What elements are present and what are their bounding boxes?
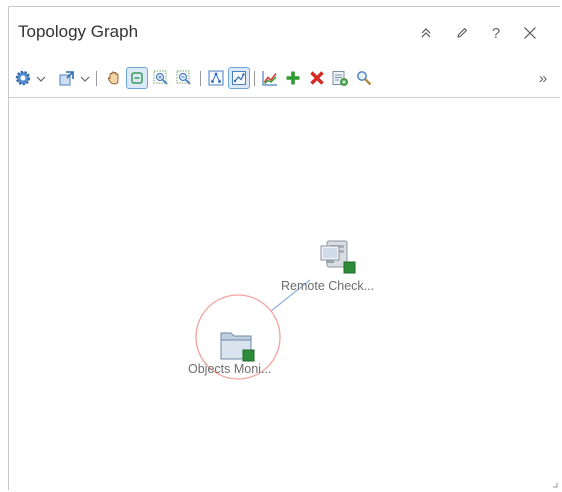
properties-icon xyxy=(332,71,348,86)
panel-header: Topology Graph ? xyxy=(9,7,560,57)
edit-button[interactable] xyxy=(450,21,474,45)
delete-button[interactable] xyxy=(306,67,328,89)
select-icon xyxy=(131,72,143,84)
graph-node-objects-monitor[interactable]: Objects Moni... xyxy=(184,318,294,388)
graph-layout-button[interactable] xyxy=(228,67,250,89)
graph-layout-icon xyxy=(232,71,246,85)
pan-button[interactable] xyxy=(103,67,125,89)
zoom-out-icon xyxy=(176,70,191,85)
search-icon xyxy=(357,71,372,86)
collapse-button[interactable] xyxy=(414,21,438,45)
help-button[interactable]: ? xyxy=(484,21,508,45)
add-icon xyxy=(286,71,300,85)
double-chevron-up-icon xyxy=(421,28,431,38)
chart-icon xyxy=(262,71,277,86)
toolbar-separator xyxy=(254,71,255,86)
toolbar-separator xyxy=(200,71,201,86)
tree-layout-button[interactable] xyxy=(205,67,227,89)
select-button[interactable] xyxy=(126,67,148,89)
layout-export-dropdown[interactable] xyxy=(80,70,90,88)
settings-dropdown[interactable] xyxy=(36,70,46,88)
delete-icon xyxy=(310,71,324,85)
resize-grip-icon[interactable] xyxy=(552,482,558,488)
chart-button[interactable] xyxy=(259,67,281,89)
toolbar-overflow-button[interactable]: » xyxy=(532,67,554,89)
question-mark-icon: ? xyxy=(491,24,501,42)
chevron-down-icon xyxy=(36,76,46,82)
node-label: Objects Moni... xyxy=(188,362,272,376)
settings-button[interactable] xyxy=(12,67,34,89)
zoom-out-button[interactable] xyxy=(173,67,195,89)
toolbar-separator xyxy=(96,71,97,86)
layout-export-icon xyxy=(59,71,74,86)
panel-title: Topology Graph xyxy=(18,22,139,41)
properties-button[interactable] xyxy=(329,67,351,89)
graph-toolbar: » xyxy=(9,59,560,98)
graph-node-remote-check[interactable]: Remote Check... xyxy=(279,227,399,297)
close-button[interactable] xyxy=(518,21,542,45)
topology-graph-panel: Topology Graph ? » Remote Check... Objec… xyxy=(8,6,560,490)
server-icon xyxy=(320,240,356,274)
pan-hand-icon xyxy=(107,71,119,85)
pencil-icon xyxy=(457,27,468,38)
close-icon xyxy=(524,27,536,39)
chevron-down-icon xyxy=(80,76,90,82)
zoom-in-button[interactable] xyxy=(150,67,172,89)
search-button[interactable] xyxy=(353,67,375,89)
zoom-in-icon xyxy=(153,70,168,85)
folder-icon xyxy=(220,332,255,362)
tree-layout-icon xyxy=(208,70,224,86)
node-label: Remote Check... xyxy=(281,279,375,293)
more-icon: » xyxy=(538,69,548,87)
graph-canvas[interactable]: Remote Check... Objects Moni... xyxy=(9,98,560,490)
add-button[interactable] xyxy=(282,67,304,89)
settings-gear-icon xyxy=(15,70,31,86)
layout-export-button[interactable] xyxy=(56,67,78,89)
